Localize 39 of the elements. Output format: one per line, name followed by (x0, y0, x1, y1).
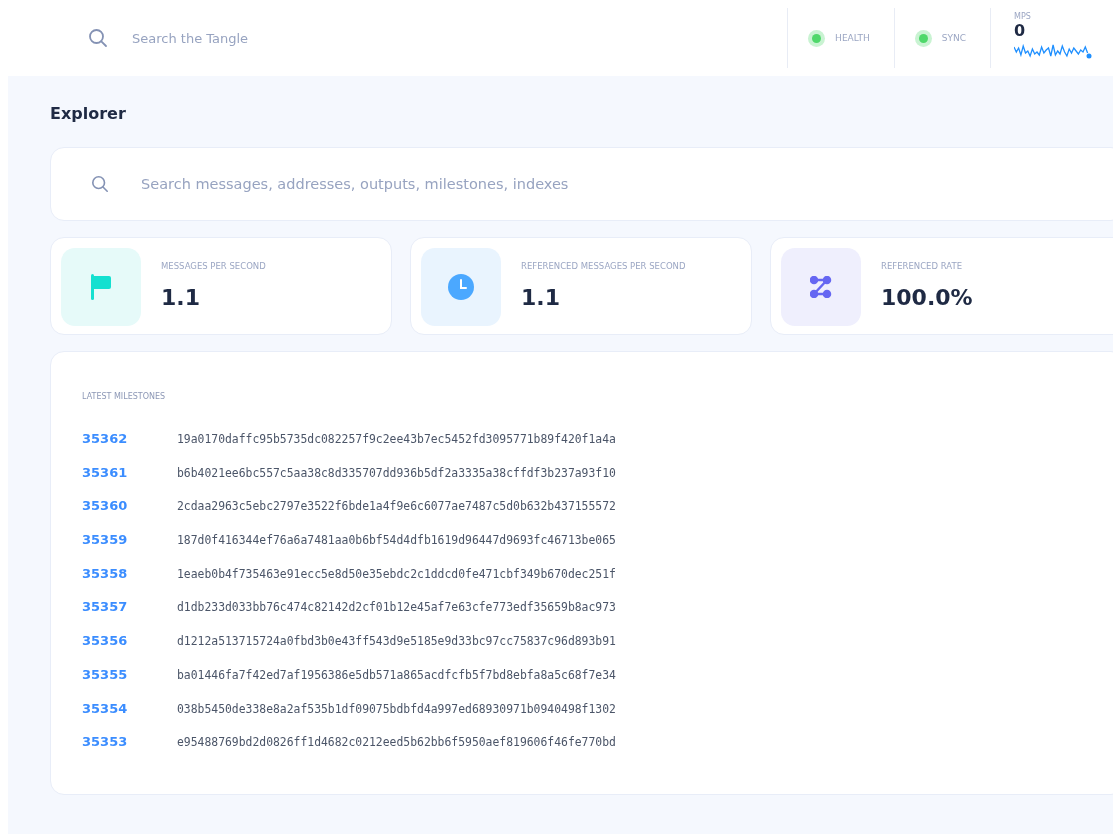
search-icon (88, 28, 108, 48)
milestone-id: ba01446fa7f42ed7af1956386e5db571a865acdfcfb5f7bd8ebfa8a5c68f7e34 (177, 666, 616, 682)
search-icon (91, 175, 109, 193)
page-title: Explorer (50, 103, 127, 125)
stat-label: MESSAGES PER SECOND (161, 261, 266, 271)
stat-label: REFERENCED MESSAGES PER SECOND (521, 261, 686, 271)
mps-label: MPS (1014, 12, 1032, 21)
status-label: SYNC (941, 33, 966, 43)
stat-label: REFERENCED RATE (881, 261, 963, 271)
stat-value: 1.1 (521, 285, 561, 310)
milestone-id: e95488769bd2d0826ff1d4682c0212eed5b62bb6f5950aef819606f46fe770bd (177, 734, 616, 750)
mps-value: 0 (1014, 21, 1027, 40)
milestone-id: 2cdaa2963c5ebc2797e3522f6bde1a4f9e6c6077ae7487c5d0b632b437155572 (177, 498, 616, 514)
milestone-link[interactable]: 35361 (82, 464, 177, 480)
flag-icon (89, 273, 113, 301)
milestone-id: 19a0170daffc95b5735dc082257f9c2ee43b7ec5452fd3095771b89f420f1a4a (177, 431, 616, 446)
milestone-id: b6b4021ee6bc557c5aa38c8d335707dd936b5df2a3335a38cffdf3b237a93f10 (177, 464, 616, 480)
milestone-id: d1212a513715724a0fbd3b0e43ff543d9e5185e9d33bc97cc75837c96d893b91 (177, 633, 616, 649)
milestone-id: d1db233d033bb76c474c82142d2cf01b12e45af7e63cfe773edf35659b8ac973 (177, 599, 616, 615)
milestone-link[interactable]: 35359 (82, 532, 177, 548)
milestone-link[interactable]: 35362 (82, 431, 177, 446)
stat-value: 100.0% (881, 285, 973, 310)
milestone-link[interactable]: 35358 (82, 565, 177, 581)
search-field[interactable]: Search the Tangle (130, 29, 304, 47)
milestone-id: 038b5450de338e8a2af535b1df09075bdbfd4a997ed68930971b0940498f1302 (177, 700, 616, 716)
milestone-link[interactable]: 35353 (82, 734, 177, 750)
milestone-link[interactable]: 35357 (82, 599, 177, 615)
milestone-link[interactable]: 35356 (82, 633, 177, 649)
status-label: HEALTH (835, 33, 870, 43)
clock-icon (448, 274, 474, 300)
milestone-link[interactable]: 35354 (82, 700, 177, 716)
search-field[interactable]: Search messages, addresses, outputs, milestones, indexes (139, 175, 1043, 193)
nodes-icon (810, 276, 832, 298)
panel-title: LATEST MILESTONES (82, 392, 166, 401)
stat-value: 1.1 (161, 285, 201, 310)
milestone-link[interactable]: 35360 (82, 498, 177, 514)
milestone-id: 1eaeb0b4f735463e91ecc5e8d50e35ebdc2c1ddcd0fe471cbf349b670dec251f (177, 565, 616, 581)
milestone-id: 187d0f416344ef76a6a7481aa0b6bf54d4dfb1619d96447d9693fc46713be065 (177, 532, 616, 548)
milestone-link[interactable]: 35355 (82, 666, 177, 682)
